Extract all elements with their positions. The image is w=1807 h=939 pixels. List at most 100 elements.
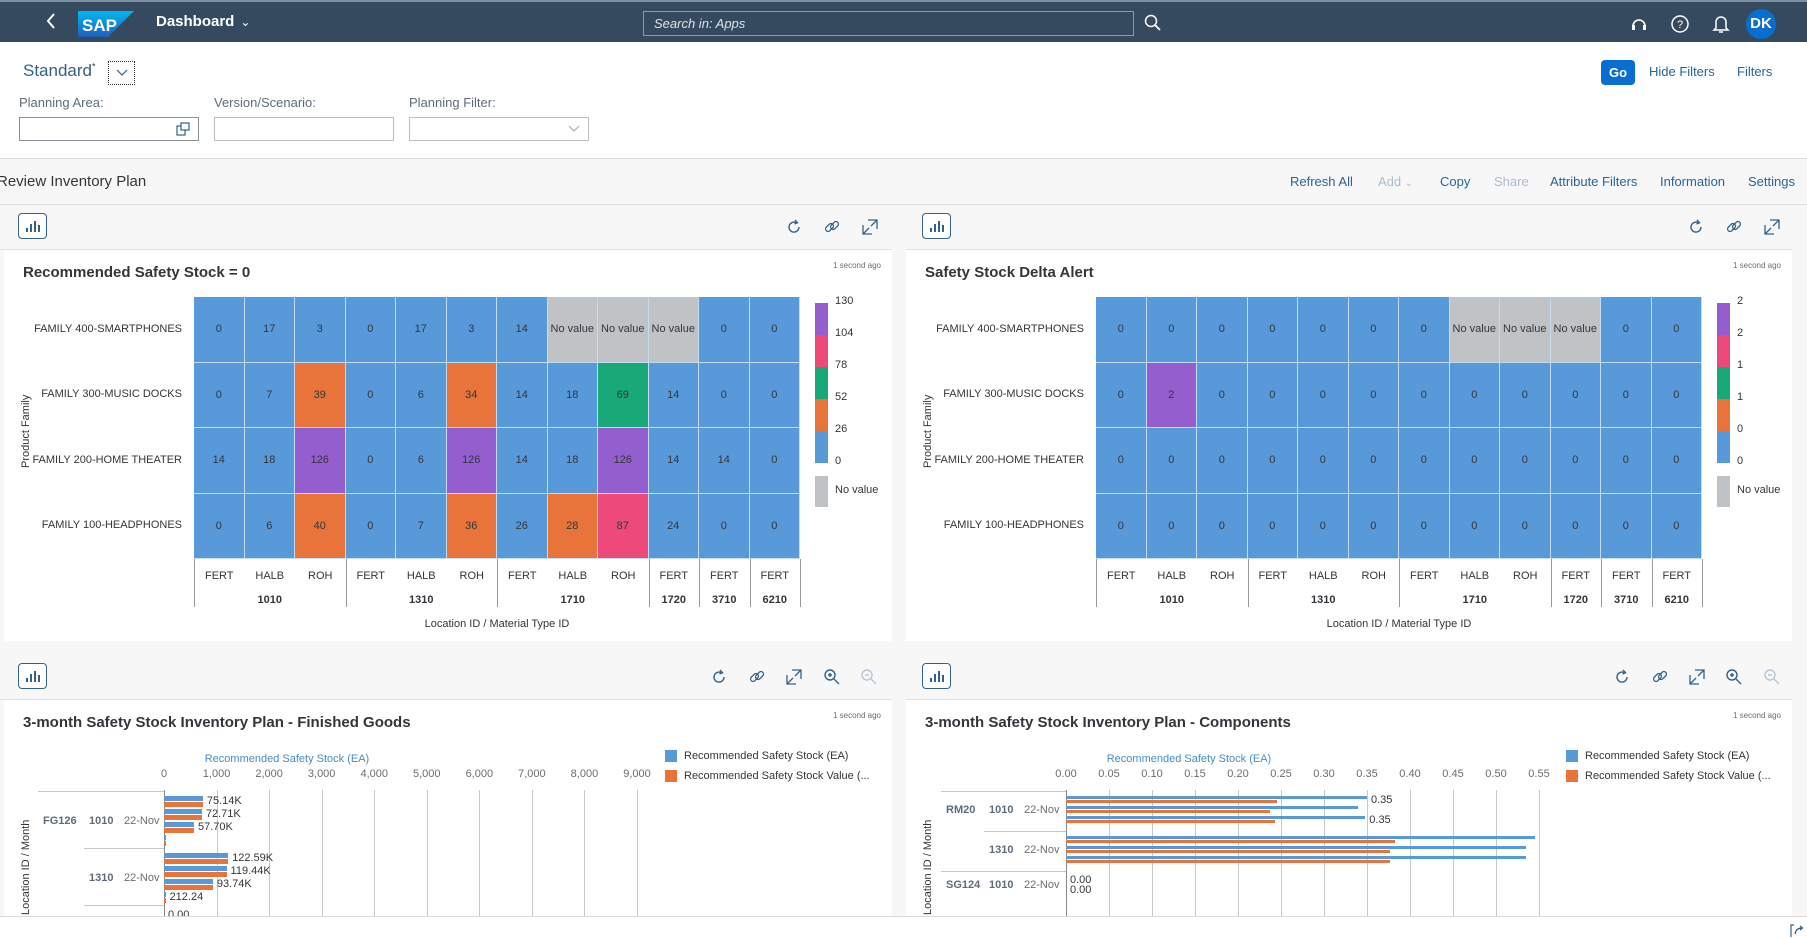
refresh-icon[interactable] [1612, 667, 1632, 687]
information-button[interactable]: Information [1660, 174, 1725, 189]
chart-type-button[interactable] [922, 663, 951, 689]
heatmap-cell[interactable]: No value [1500, 297, 1551, 363]
heatmap-cell[interactable]: 18 [244, 428, 295, 494]
heatmap-cell[interactable]: 0 [749, 493, 800, 559]
heatmap-cell[interactable]: 0 [345, 493, 396, 559]
value-help-icon[interactable] [176, 122, 190, 136]
heatmap-cell[interactable]: 40 [295, 493, 346, 559]
heatmap-cell[interactable]: 0 [1399, 428, 1450, 494]
refresh-all-button[interactable]: Refresh All [1290, 174, 1353, 189]
heatmap-cell[interactable]: 0 [1298, 297, 1349, 363]
refresh-icon[interactable] [784, 217, 804, 237]
search-input[interactable]: Search in: Apps [643, 11, 1134, 36]
share-button[interactable]: Share [1494, 174, 1529, 189]
heatmap-cell[interactable]: 126 [295, 428, 346, 494]
heatmap-cell[interactable]: 0 [345, 428, 396, 494]
heatmap-cell[interactable]: 0 [1247, 428, 1298, 494]
heatmap-cell[interactable]: 18 [547, 428, 598, 494]
heatmap-cell[interactable]: 0 [1651, 297, 1702, 363]
zoom-in-icon[interactable] [1724, 667, 1744, 687]
sap-logo[interactable]: SAP [78, 11, 134, 37]
heatmap-cell[interactable]: 0 [1550, 493, 1601, 559]
heatmap-cell[interactable]: 0 [1348, 297, 1399, 363]
heatmap-cell[interactable]: No value [1449, 297, 1500, 363]
variant-dropdown-button[interactable] [108, 61, 135, 85]
refresh-icon[interactable] [709, 667, 729, 687]
heatmap-cell[interactable]: 0 [1247, 362, 1298, 428]
heatmap-cell[interactable]: 36 [446, 493, 497, 559]
heatmap-cell[interactable]: 0 [749, 297, 800, 363]
fullscreen-icon[interactable] [1762, 217, 1782, 237]
app-title-menu[interactable]: Dashboard ⌄ [156, 13, 250, 30]
heatmap-cell[interactable]: 14 [648, 362, 699, 428]
fullscreen-icon[interactable] [1687, 667, 1707, 687]
hide-filters-button[interactable]: Hide Filters [1649, 64, 1715, 79]
heatmap-cell[interactable]: 0 [1348, 493, 1399, 559]
heatmap-cell[interactable]: 2 [1146, 362, 1197, 428]
planning-area-input[interactable] [19, 117, 199, 141]
variant-selector[interactable]: Standard* [23, 61, 96, 81]
heatmap-cell[interactable]: 6 [244, 493, 295, 559]
heatmap-cell[interactable]: 0 [1096, 493, 1147, 559]
heatmap-cell[interactable]: 0 [1601, 428, 1652, 494]
heatmap-cell[interactable]: 126 [598, 428, 649, 494]
heatmap-cell[interactable]: 0 [1197, 297, 1248, 363]
heatmap-cell[interactable]: 0 [194, 493, 245, 559]
heatmap-cell[interactable]: 126 [446, 428, 497, 494]
heatmap-cell[interactable]: 0 [1651, 493, 1702, 559]
help-icon[interactable]: ? [1669, 13, 1691, 35]
fullscreen-icon[interactable] [860, 217, 880, 237]
heatmap-cell[interactable]: 14 [497, 362, 548, 428]
heatmap-cell[interactable]: 87 [598, 493, 649, 559]
heatmap-cell[interactable]: 0 [1399, 362, 1450, 428]
heatmap-cell[interactable]: 0 [345, 297, 396, 363]
heatmap-cell[interactable]: 0 [699, 297, 750, 363]
planning-filter-select[interactable] [409, 117, 589, 141]
heatmap-cell[interactable]: 0 [1096, 297, 1147, 363]
heatmap-cell[interactable]: 0 [1146, 493, 1197, 559]
heatmap-cell[interactable]: 3 [295, 297, 346, 363]
heatmap-cell[interactable]: 3 [446, 297, 497, 363]
heatmap-cell[interactable]: 0 [1348, 362, 1399, 428]
heatmap-cell[interactable]: 0 [1146, 297, 1197, 363]
heatmap-cell[interactable]: 0 [1550, 428, 1601, 494]
heatmap-cell[interactable]: 0 [1449, 493, 1500, 559]
heatmap-cell[interactable]: 0 [1500, 428, 1551, 494]
heatmap-cell[interactable]: 0 [1500, 362, 1551, 428]
zoom-in-icon[interactable] [822, 667, 842, 687]
link-icon[interactable] [1724, 217, 1744, 237]
heatmap-cell[interactable]: 0 [1247, 297, 1298, 363]
heatmap-cell[interactable]: 0 [194, 362, 245, 428]
heatmap-cell[interactable]: 0 [1601, 493, 1652, 559]
heatmap-cell[interactable]: 0 [1247, 493, 1298, 559]
search-icon[interactable] [1143, 13, 1163, 33]
heatmap-cell[interactable]: 7 [244, 362, 295, 428]
refresh-icon[interactable] [1686, 217, 1706, 237]
heatmap-cell[interactable]: 0 [1550, 362, 1601, 428]
heatmap-cell[interactable]: 0 [1298, 362, 1349, 428]
heatmap-cell[interactable]: 0 [1096, 362, 1147, 428]
chart-type-button[interactable] [922, 213, 951, 239]
heatmap-cell[interactable]: 0 [1500, 493, 1551, 559]
heatmap-cell[interactable]: 0 [1197, 493, 1248, 559]
link-icon[interactable] [822, 217, 842, 237]
heatmap-cell[interactable]: 24 [648, 493, 699, 559]
heatmap-cell[interactable]: 0 [749, 362, 800, 428]
zoom-out-icon[interactable] [859, 667, 879, 687]
heatmap-cell[interactable]: 0 [1298, 428, 1349, 494]
heatmap-cell[interactable]: 0 [1298, 493, 1349, 559]
heatmap-cell[interactable]: 0 [1601, 297, 1652, 363]
zoom-out-icon[interactable] [1762, 667, 1782, 687]
heatmap-cell[interactable]: 0 [345, 362, 396, 428]
copy-button[interactable]: Copy [1440, 174, 1470, 189]
heatmap-cell[interactable]: 0 [1449, 428, 1500, 494]
heatmap-cell[interactable]: No value [648, 297, 699, 363]
heatmap-cell[interactable]: No value [547, 297, 598, 363]
heatmap-cell[interactable]: 18 [547, 362, 598, 428]
heatmap-cell[interactable]: 28 [547, 493, 598, 559]
heatmap-cell[interactable]: 0 [749, 428, 800, 494]
filters-button[interactable]: Filters [1737, 64, 1772, 79]
heatmap-cell[interactable]: 17 [396, 297, 447, 363]
support-headset-icon[interactable] [1628, 13, 1650, 35]
attribute-filters-button[interactable]: Attribute Filters [1550, 174, 1637, 189]
